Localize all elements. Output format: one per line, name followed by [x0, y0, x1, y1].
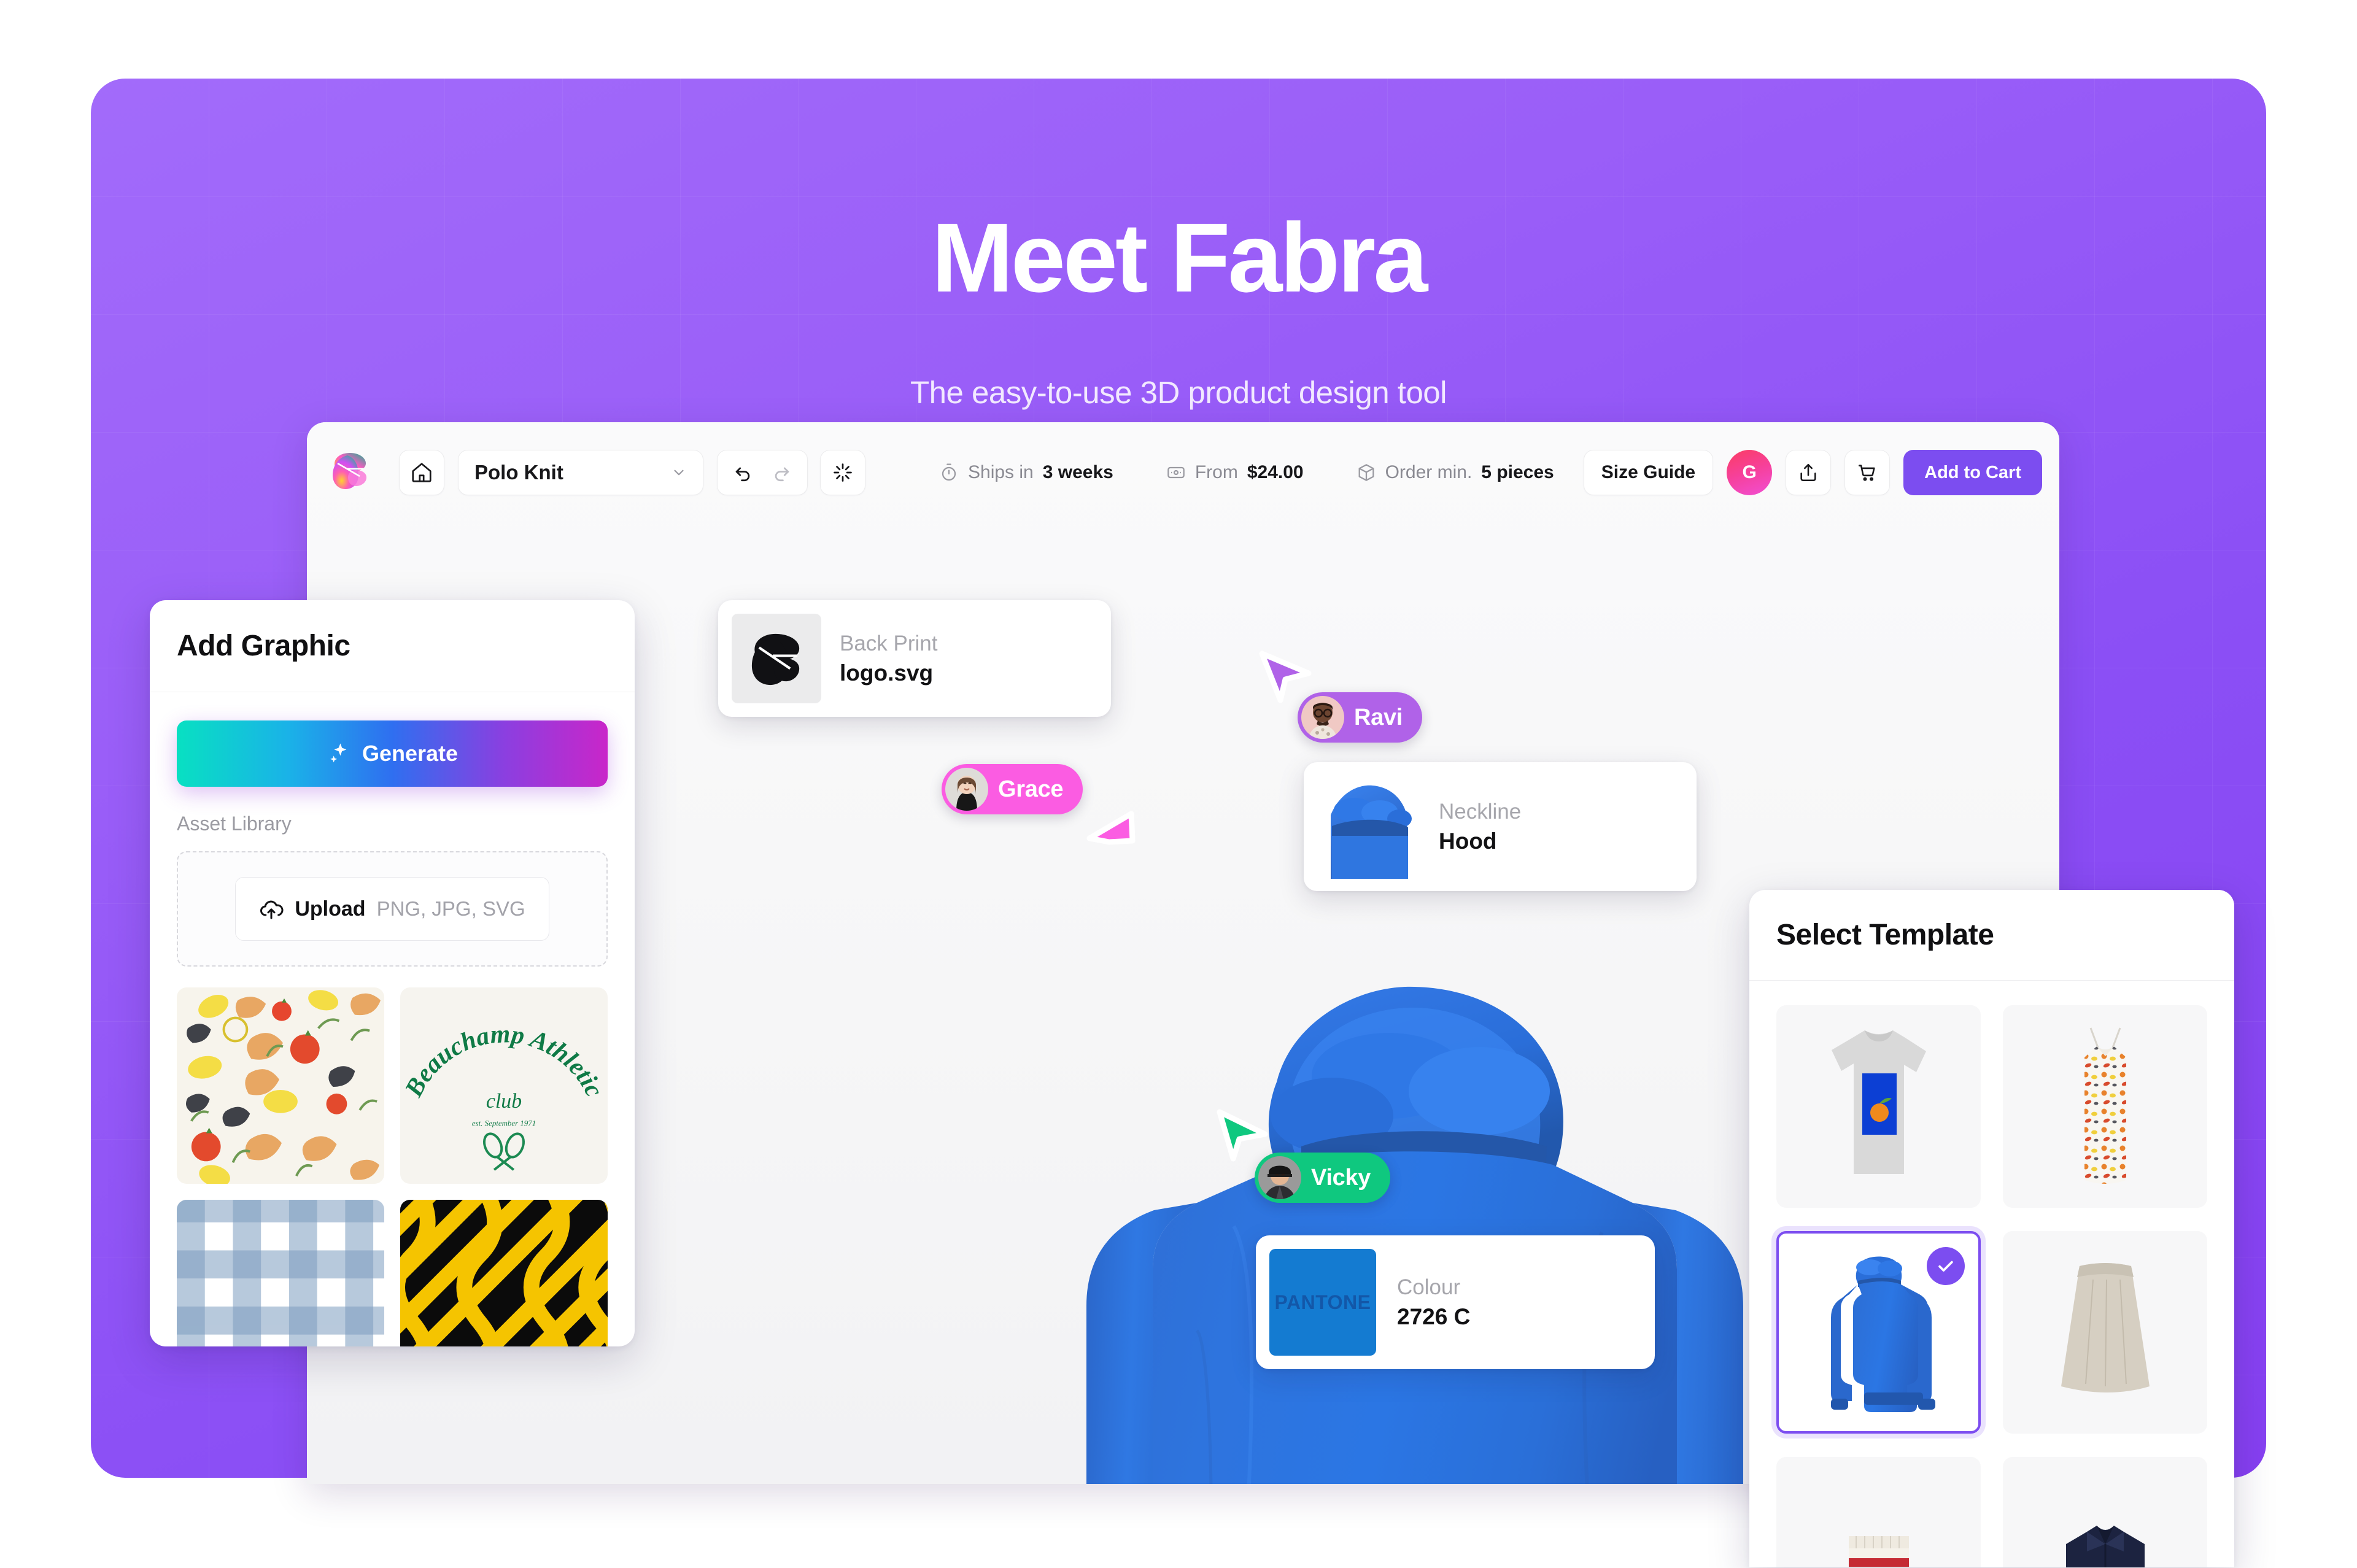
neckline-text: Neckline Hood [1439, 797, 1521, 855]
add-to-cart-button[interactable]: Add to Cart [1903, 450, 2042, 495]
asset-tile-beauchamp-logo[interactable]: Beauchamp Athletic club est. September 1… [400, 987, 608, 1184]
fabra-logo-icon[interactable] [329, 449, 372, 492]
colour-text: Colour 2726 C [1397, 1273, 1470, 1331]
asset-library-label: Asset Library [177, 813, 292, 835]
hoodie-3d-model[interactable] [1013, 962, 1780, 1484]
meta-order-min-label: Order min. [1385, 462, 1473, 482]
collaborator-badge-ravi: Ravi [1298, 692, 1423, 743]
page-title: Meet Fabra [931, 203, 1428, 312]
meta-ships-in-value: 3 weeks [1042, 462, 1113, 482]
stopwatch-icon [939, 463, 959, 482]
colour-value: 2726 C [1397, 1303, 1471, 1329]
meta-order-min-value: 5 pieces [1481, 462, 1554, 482]
asset-tile-gingham-pattern[interactable] [177, 1200, 384, 1346]
template-grid [1749, 981, 2234, 1567]
product-select-value: Polo Knit [474, 461, 563, 484]
redo-icon[interactable] [772, 462, 792, 483]
shopping-cart-icon [1857, 462, 1878, 483]
add-graphic-header: Add Graphic [150, 600, 635, 692]
asset-library-grid: Beauchamp Athletic club est. September 1… [177, 987, 608, 1346]
neckline-card[interactable]: Neckline Hood [1304, 762, 1697, 891]
collaborator-name-vicky: Vicky [1311, 1164, 1371, 1191]
template-tile-slip-dress[interactable] [2003, 1005, 2207, 1208]
cursor-pointer-grace [1083, 804, 1142, 863]
upload-dropzone[interactable]: Upload PNG, JPG, SVG [177, 851, 608, 967]
sparkle-icon [327, 741, 351, 766]
asset-beauchamp-line3: est. September 1971 [472, 1119, 536, 1128]
meta-price-from-value: $24.00 [1247, 462, 1304, 482]
template-tile-skirt[interactable] [2003, 1231, 2207, 1434]
collaborator-badge-grace: Grace [942, 764, 1083, 814]
undo-icon[interactable] [732, 462, 753, 483]
cursor-pointer-vicky [1212, 1106, 1271, 1165]
meta-ships-in-label: Ships in [968, 462, 1034, 482]
neckline-value: Hood [1439, 828, 1497, 854]
avatar-initial: G [1742, 462, 1757, 482]
asset-tile-rope-pattern[interactable] [400, 1200, 608, 1346]
back-print-card[interactable]: Back Print logo.svg [718, 600, 1111, 717]
meta-order-min: Order min. 5 pieces [1357, 462, 1554, 483]
upload-label: Upload [295, 897, 366, 921]
cloud-upload-icon [259, 897, 284, 921]
reset-view-button[interactable] [820, 450, 865, 495]
box-icon [1357, 463, 1376, 482]
add-graphic-panel: Add Graphic Generate Asset Library Uploa… [150, 600, 635, 1346]
neckline-label: Neckline [1439, 800, 1522, 824]
select-template-header: Select Template [1749, 890, 2234, 981]
select-template-panel: Select Template [1749, 890, 2234, 1567]
pantone-swatch: PANTONE [1269, 1249, 1376, 1356]
meta-price-from-label: From [1194, 462, 1238, 482]
chevron-down-icon [671, 465, 687, 481]
undo-redo-group[interactable] [717, 450, 808, 495]
back-print-value: logo.svg [840, 660, 934, 686]
toolbar-actions: Size Guide G Add to Cart [1583, 450, 2042, 495]
back-print-text: Back Print logo.svg [840, 629, 938, 687]
cursor-pointer-ravi [1256, 647, 1315, 706]
colour-label: Colour [1397, 1275, 1461, 1300]
avatar-vicky [1258, 1156, 1301, 1199]
collaborator-name-grace: Grace [998, 776, 1064, 802]
collaborator-name-ravi: Ravi [1354, 704, 1403, 730]
home-button[interactable] [399, 450, 444, 495]
home-icon [410, 461, 433, 484]
share-icon [1798, 462, 1819, 483]
page-subtitle: The easy-to-use 3D product design tool [910, 375, 1447, 410]
app-toolbar: Polo Knit Ships in 3 weeks From $24.00 O… [307, 422, 2059, 520]
colour-card[interactable]: PANTONE Colour 2726 C [1256, 1235, 1655, 1369]
sparkle-burst-icon [832, 462, 853, 483]
avatar-grace [945, 768, 988, 811]
fabra-mark-icon [732, 614, 821, 703]
collaborator-badge-vicky: Vicky [1255, 1153, 1391, 1203]
back-print-label: Back Print [840, 631, 938, 656]
meta-price-from: From $24.00 [1166, 462, 1304, 483]
add-graphic-title: Add Graphic [177, 630, 350, 662]
select-template-title: Select Template [1776, 919, 1994, 951]
share-button[interactable] [1786, 450, 1832, 495]
template-tile-hoodie[interactable] [1776, 1231, 1981, 1434]
asset-beauchamp-line2: club [486, 1090, 522, 1113]
pantone-brand-label: PANTONE [1274, 1291, 1371, 1313]
asset-tile-croissant-pattern[interactable] [177, 987, 384, 1184]
hood-neckline-thumbnail [1316, 774, 1420, 879]
size-guide-button[interactable]: Size Guide [1583, 450, 1714, 495]
template-tile-navy-shirt[interactable] [2003, 1457, 2207, 1567]
template-selected-check [1927, 1247, 1965, 1285]
meta-ships-in: Ships in 3 weeks [939, 462, 1113, 483]
avatar[interactable]: G [1727, 450, 1773, 495]
upload-formats: PNG, JPG, SVG [376, 897, 525, 920]
product-meta-group: Ships in 3 weeks From $24.00 Order min. … [939, 450, 1554, 495]
price-tag-icon [1166, 463, 1186, 482]
avatar-ravi [1301, 696, 1344, 739]
generate-button[interactable]: Generate [177, 720, 608, 787]
cart-button[interactable] [1844, 450, 1891, 495]
upload-button[interactable]: Upload PNG, JPG, SVG [235, 877, 549, 941]
size-guide-label: Size Guide [1601, 462, 1696, 482]
template-tile-tshirt[interactable] [1776, 1005, 1981, 1208]
generate-label: Generate [362, 741, 459, 766]
template-tile-folded-knit[interactable] [1776, 1457, 1981, 1567]
product-select[interactable]: Polo Knit [458, 450, 703, 495]
